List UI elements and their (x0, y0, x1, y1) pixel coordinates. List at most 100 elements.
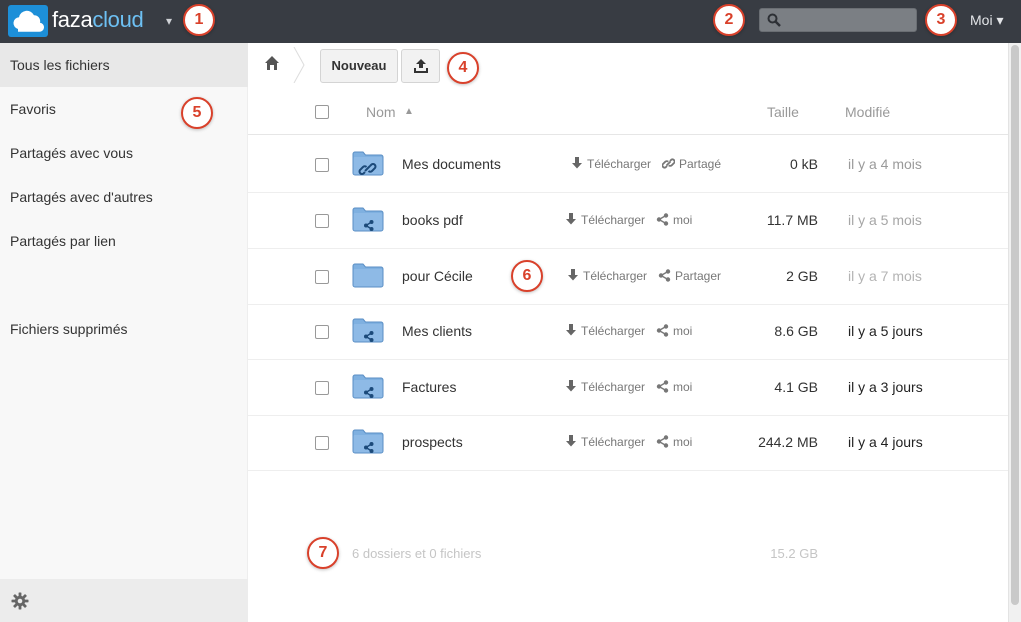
table-row[interactable]: pour Cécile Télécharger Partager 2 GB il y a… (248, 249, 1008, 305)
folder-shared-icon[interactable] (352, 428, 384, 457)
table-row[interactable]: prospects Télécharger moi 244.2 MB il y a 4 … (248, 415, 1008, 471)
marker-3: 3 (925, 4, 957, 36)
file-size: 244.2 MB (758, 434, 818, 450)
summary-size: 15.2 GB (770, 546, 818, 561)
file-name[interactable]: Mes documents (402, 156, 501, 172)
scrollbar-thumb[interactable] (1011, 45, 1019, 605)
share-action[interactable]: Partagé (661, 157, 721, 171)
column-size[interactable]: Taille (767, 104, 799, 120)
sidebar-item-shared-with-others[interactable]: Partagés avec d'autres (0, 175, 248, 219)
logo-cloud-icon[interactable] (8, 5, 48, 37)
share-icon (656, 380, 673, 394)
folder-link-icon[interactable] (352, 150, 384, 179)
sidebar-item-shared-by-link[interactable]: Partagés par lien (0, 219, 248, 263)
file-name[interactable]: pour Cécile (402, 268, 473, 284)
folder-shared-icon[interactable] (352, 206, 384, 235)
link-icon (661, 157, 679, 171)
share-action[interactable]: moi (656, 380, 692, 394)
sidebar-item-deleted-files[interactable]: Fichiers supprimés (0, 307, 248, 351)
file-modified: il y a 5 jours (848, 323, 923, 339)
breadcrumb-separator (293, 47, 305, 83)
file-list-area: Nouveau Nom ▲ Taille Modifié Mes documen… (248, 43, 1008, 622)
file-name[interactable]: Factures (402, 379, 456, 395)
download-label: Télécharger (581, 324, 646, 338)
download-icon (565, 435, 581, 449)
scrollbar[interactable] (1008, 43, 1021, 622)
new-button[interactable]: Nouveau (320, 49, 398, 83)
file-name[interactable]: Mes clients (402, 323, 472, 339)
app-menu-caret[interactable]: ▾ (166, 14, 172, 28)
home-icon[interactable] (264, 55, 280, 71)
file-modified: il y a 7 mois (848, 268, 922, 284)
file-size: 2 GB (786, 268, 818, 284)
row-checkbox[interactable] (315, 325, 329, 339)
download-action[interactable]: Télécharger (565, 380, 645, 394)
marker-1: 1 (183, 4, 215, 36)
table-row[interactable]: Mes clients Télécharger moi 8.6 GB il y a 5 … (248, 304, 1008, 360)
row-checkbox[interactable] (315, 381, 329, 395)
gear-icon (11, 592, 29, 610)
logo-word-2: cloud (92, 7, 144, 32)
marker-4: 4 (447, 52, 479, 84)
share-action[interactable]: moi (656, 213, 692, 227)
download-action[interactable]: Télécharger (567, 269, 647, 283)
upload-button[interactable] (401, 49, 440, 83)
column-modified[interactable]: Modifié (845, 104, 890, 120)
search-icon (767, 13, 781, 27)
settings-button[interactable] (0, 579, 248, 622)
share-action[interactable]: moi (656, 435, 692, 449)
select-all-checkbox[interactable] (315, 105, 329, 119)
share-icon (656, 213, 673, 227)
download-action[interactable]: Télécharger (571, 157, 651, 171)
app-logo[interactable]: fazacloud (52, 7, 144, 33)
folder-shared-icon[interactable] (352, 317, 384, 346)
download-action[interactable]: Télécharger (565, 324, 645, 338)
folder-plain-icon[interactable] (352, 262, 384, 291)
row-checkbox[interactable] (315, 270, 329, 284)
share-icon (656, 324, 673, 338)
file-size: 0 kB (789, 156, 818, 172)
download-action[interactable]: Télécharger (565, 435, 645, 449)
share-action[interactable]: moi (656, 324, 692, 338)
file-modified: il y a 5 mois (848, 212, 922, 228)
row-checkbox[interactable] (315, 214, 329, 228)
download-icon (567, 269, 583, 283)
row-checkbox[interactable] (315, 158, 329, 172)
download-label: Télécharger (581, 213, 646, 227)
table-header: Nom ▲ Taille Modifié (248, 89, 1008, 135)
download-label: Télécharger (583, 269, 648, 283)
table-row[interactable]: Mes documents Télécharger Partagé 0 kB il y … (248, 137, 1008, 193)
user-menu[interactable]: Moi ▾ (970, 12, 1003, 29)
download-icon (565, 324, 581, 338)
file-size: 11.7 MB (766, 212, 818, 228)
table-row[interactable]: Factures Télécharger moi 4.1 GB il y a 3 jou… (248, 360, 1008, 416)
search-input[interactable] (759, 8, 917, 32)
summary-text: 6 dossiers et 0 fichiers (352, 546, 482, 561)
row-checkbox[interactable] (315, 436, 329, 450)
sidebar-item-all-files[interactable]: Tous les fichiers (0, 43, 248, 87)
marker-6: 6 (511, 260, 543, 292)
table-row[interactable]: books pdf Télécharger moi 11.7 MB il y a 5 m… (248, 193, 1008, 249)
download-label: Télécharger (587, 157, 652, 171)
marker-7: 7 (307, 537, 339, 569)
share-icon (656, 435, 673, 449)
download-action[interactable]: Télécharger (565, 213, 645, 227)
file-name[interactable]: books pdf (402, 212, 463, 228)
file-size: 8.6 GB (774, 323, 818, 339)
folder-shared-icon[interactable] (352, 373, 384, 402)
download-icon (565, 213, 581, 227)
download-icon (571, 157, 587, 171)
share-label: Partager (675, 269, 722, 283)
share-label: moi (673, 324, 693, 338)
upload-icon (413, 59, 428, 73)
share-label: moi (673, 213, 693, 227)
marker-5: 5 (181, 97, 213, 129)
download-label: Télécharger (581, 380, 646, 394)
top-bar: fazacloud ▾ Moi ▾ (0, 0, 1021, 43)
sort-ascending-icon[interactable]: ▲ (404, 106, 414, 117)
sidebar-item-shared-with-you[interactable]: Partagés avec vous (0, 131, 248, 175)
file-name[interactable]: prospects (402, 434, 463, 450)
share-action[interactable]: Partager (658, 269, 721, 283)
column-name[interactable]: Nom (366, 104, 396, 120)
share-label: moi (673, 380, 693, 394)
